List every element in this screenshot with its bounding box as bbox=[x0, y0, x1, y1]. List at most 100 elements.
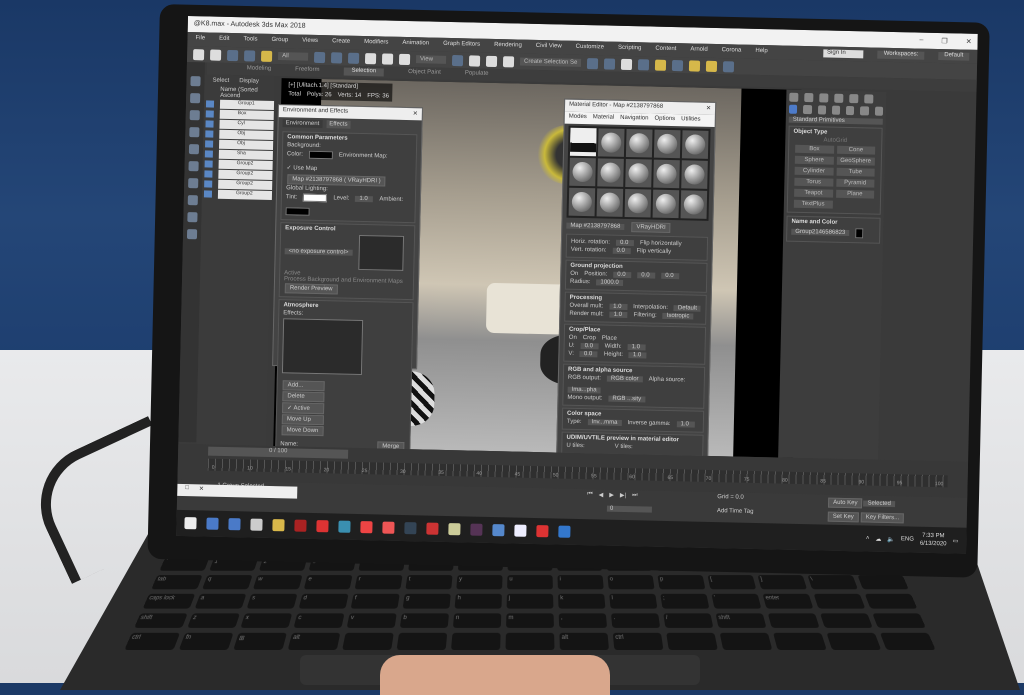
object-button-geosphere[interactable]: GeoSphere bbox=[836, 157, 875, 166]
sample-slot[interactable] bbox=[681, 190, 708, 219]
sample-slot[interactable] bbox=[681, 160, 708, 189]
hierarchy-tab-icon[interactable] bbox=[819, 93, 828, 102]
object-button-box[interactable]: Box bbox=[795, 145, 834, 154]
filtering-dropdown[interactable]: Isotropic bbox=[663, 313, 694, 320]
map-name-field[interactable]: Map #2138797868 bbox=[566, 223, 624, 230]
tray-chevron-icon[interactable]: ˄ bbox=[866, 536, 870, 542]
menu-animation[interactable]: Animation bbox=[402, 40, 429, 49]
app-icon[interactable] bbox=[360, 521, 372, 533]
reference-coord-dropdown[interactable]: View bbox=[416, 55, 446, 64]
move-icon[interactable] bbox=[365, 53, 376, 64]
start-icon[interactable] bbox=[184, 517, 196, 529]
cloud-icon[interactable] bbox=[250, 519, 262, 531]
modify-tab-icon[interactable] bbox=[804, 93, 813, 102]
width-spinner[interactable]: 1.0 bbox=[628, 344, 646, 350]
object-button-cone[interactable]: Cone bbox=[837, 146, 876, 155]
recorder-icon[interactable] bbox=[536, 525, 548, 537]
explorer-row[interactable]: Group2 bbox=[218, 170, 272, 180]
pivot-icon[interactable] bbox=[452, 55, 463, 66]
object-button-pyramid[interactable]: Pyramid bbox=[836, 179, 875, 188]
menu-edit[interactable]: Edit bbox=[219, 36, 230, 44]
time-slider[interactable]: 0 / 100 bbox=[208, 447, 348, 459]
menu-arnold[interactable]: Arnold bbox=[690, 46, 708, 54]
cameras-icon[interactable] bbox=[832, 106, 840, 115]
premiere-icon[interactable] bbox=[470, 524, 482, 536]
flip-checkbox[interactable]: Flip vertically bbox=[636, 248, 671, 255]
display-tab-icon[interactable] bbox=[849, 94, 858, 103]
region-select-icon[interactable] bbox=[348, 52, 359, 63]
position-y[interactable]: 0.0 bbox=[637, 272, 655, 278]
menu-create[interactable]: Create bbox=[332, 38, 350, 46]
camera-filter-icon[interactable] bbox=[189, 127, 199, 137]
render-mult-spinner[interactable]: 1.0 bbox=[610, 312, 628, 318]
menu-options[interactable]: Options bbox=[654, 116, 675, 124]
geometry-icon[interactable] bbox=[789, 105, 797, 114]
material-editor-icon[interactable] bbox=[638, 59, 649, 70]
scale-icon[interactable] bbox=[399, 53, 410, 64]
ribbon-tab-freeform[interactable]: Freeform bbox=[295, 66, 320, 75]
render-frame-icon[interactable] bbox=[672, 60, 683, 71]
menu-scripting[interactable]: Scripting bbox=[618, 45, 642, 54]
sample-slot[interactable] bbox=[598, 128, 625, 157]
explorer-row[interactable]: Group1 bbox=[220, 100, 274, 110]
helpers-icon[interactable] bbox=[846, 106, 854, 115]
ground-on-checkbox[interactable]: On bbox=[570, 271, 578, 277]
close-button[interactable]: ✕ bbox=[966, 38, 972, 46]
mirror-icon[interactable] bbox=[587, 58, 598, 69]
atmosphere-button[interactable]: ✓ Active bbox=[282, 402, 324, 414]
object-type-rollout[interactable]: Object Type bbox=[793, 129, 877, 137]
app-icon[interactable] bbox=[382, 522, 394, 534]
maximize-button[interactable]: ❐ bbox=[941, 37, 947, 45]
sample-slot[interactable] bbox=[625, 189, 652, 218]
play-icon[interactable]: ▶ bbox=[609, 492, 614, 499]
height-spinner[interactable]: 1.0 bbox=[629, 352, 647, 358]
xref-filter-icon[interactable] bbox=[188, 195, 198, 205]
render-icon[interactable] bbox=[689, 60, 700, 71]
mono-output-dropdown[interactable]: RGB ...sity bbox=[608, 396, 645, 403]
file-explorer-icon[interactable] bbox=[272, 519, 284, 531]
volume-icon[interactable]: 🔈 bbox=[887, 536, 895, 543]
sample-slot[interactable] bbox=[626, 129, 653, 158]
exposure-dropdown[interactable]: <no exposure control> bbox=[285, 248, 353, 256]
align-icon[interactable] bbox=[604, 58, 615, 69]
interpolation-dropdown[interactable]: Default bbox=[674, 305, 701, 312]
motion-tab-icon[interactable] bbox=[834, 94, 843, 103]
menu-utilities[interactable]: Utilities bbox=[681, 116, 701, 124]
explorer-row[interactable]: Sha bbox=[219, 150, 273, 160]
language-indicator[interactable]: ENG bbox=[901, 536, 914, 542]
sample-slot[interactable] bbox=[654, 130, 681, 159]
tab-effects[interactable]: Effects bbox=[326, 120, 350, 129]
3ds-max-icon[interactable] bbox=[338, 521, 350, 533]
menu-corona[interactable]: Corona bbox=[722, 47, 742, 55]
bind-icon[interactable] bbox=[261, 50, 272, 61]
minimize-button[interactable]: – bbox=[919, 37, 923, 45]
position-x[interactable]: 0.0 bbox=[613, 272, 631, 278]
crop-on-checkbox[interactable]: On bbox=[569, 335, 577, 341]
menu-content[interactable]: Content bbox=[655, 46, 676, 54]
undo-icon[interactable] bbox=[193, 49, 204, 60]
close-icon[interactable]: ✕ bbox=[706, 105, 711, 113]
type-dropdown[interactable]: Inv...mma bbox=[588, 419, 622, 426]
flip-checkbox[interactable]: Flip horizontally bbox=[640, 240, 682, 247]
light-filter-icon[interactable] bbox=[190, 110, 200, 120]
utilities-tab-icon[interactable] bbox=[864, 94, 873, 103]
snap-icon[interactable] bbox=[469, 55, 480, 66]
explorer-column-header[interactable]: Name (Sorted Ascend bbox=[204, 86, 274, 100]
rotation-spinner[interactable]: 0.0 bbox=[616, 240, 634, 246]
sample-slot[interactable] bbox=[682, 130, 709, 159]
clock[interactable]: 7:33 PM6/13/2020 bbox=[920, 532, 947, 549]
menu-views[interactable]: Views bbox=[302, 38, 318, 46]
app-icon[interactable] bbox=[294, 520, 306, 532]
menu-navigation[interactable]: Navigation bbox=[620, 115, 649, 124]
explorer-row[interactable]: Group2 bbox=[218, 180, 272, 190]
notifications-icon[interactable]: ▭ bbox=[953, 537, 959, 544]
menu-group[interactable]: Group bbox=[271, 37, 288, 45]
object-button-sphere[interactable]: Sphere bbox=[795, 156, 834, 165]
ribbon-tab-modeling[interactable]: Modeling bbox=[247, 65, 272, 74]
sample-slot[interactable] bbox=[653, 190, 680, 219]
add-time-tag-button[interactable]: Add Time Tag bbox=[717, 508, 754, 515]
menu-graph-editors[interactable]: Graph Editors bbox=[443, 41, 480, 50]
atmosphere-button[interactable]: Move Up bbox=[282, 414, 324, 425]
effects-list[interactable] bbox=[282, 318, 363, 375]
atmosphere-button[interactable]: Add... bbox=[283, 380, 325, 391]
